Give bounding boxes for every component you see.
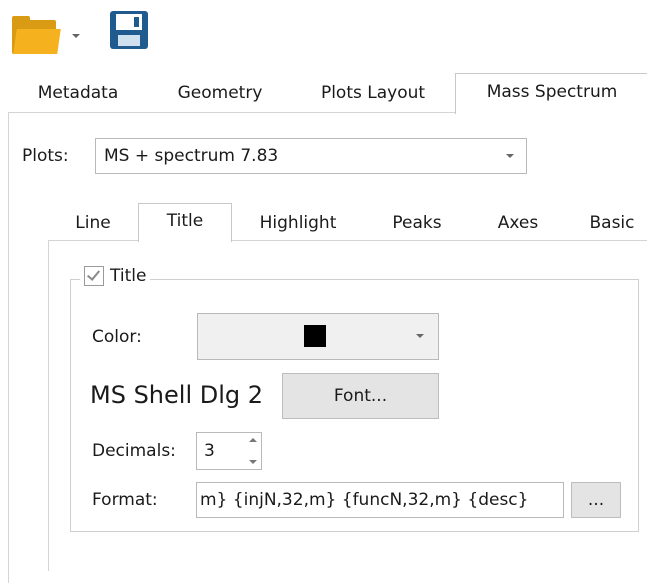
stepper-up-icon[interactable] (249, 438, 257, 442)
color-swatch (304, 325, 326, 347)
chevron-down-icon (416, 334, 424, 338)
tab-label: Metadata (37, 83, 119, 103)
plots-select[interactable]: MS + spectrum 7.83 (95, 138, 527, 174)
tab-basic[interactable]: Basic (578, 206, 646, 240)
tab-label: Title (166, 211, 204, 231)
tab-label: Geometry (177, 83, 263, 103)
stepper-down-icon[interactable] (249, 460, 257, 464)
format-label: Format: (92, 490, 158, 510)
floppy-disk-icon (110, 11, 148, 49)
decimals-value: 3 (204, 441, 215, 461)
folder-open-icon (12, 16, 62, 56)
color-label: Color: (92, 327, 142, 347)
font-button-label: Font... (333, 386, 388, 406)
chevron-down-icon[interactable] (72, 34, 80, 38)
plots-select-value: MS + spectrum 7.83 (104, 146, 279, 166)
color-picker[interactable] (197, 313, 439, 360)
tab-plots-layout[interactable]: Plots Layout (298, 75, 448, 111)
save-button[interactable] (110, 11, 148, 49)
tab-highlight[interactable]: Highlight (245, 206, 351, 240)
plots-label: Plots: (22, 146, 69, 166)
title-checkbox[interactable] (84, 266, 104, 286)
format-input[interactable]: m} {injN,32,m} {funcN,32,m} {desc} (196, 482, 564, 518)
browse-format-button[interactable]: ... (571, 482, 621, 518)
font-name-label: MS Shell Dlg 2 (90, 381, 264, 409)
tab-metadata[interactable]: Metadata (18, 75, 138, 111)
decimals-stepper[interactable]: 3 (196, 432, 262, 470)
font-button[interactable]: Font... (282, 373, 439, 419)
format-input-value: m} {injN,32,m} {funcN,32,m} {desc} (200, 490, 529, 510)
tab-label: Peaks (392, 213, 442, 233)
tab-label: Plots Layout (320, 83, 426, 103)
tab-title[interactable]: Title (138, 203, 232, 242)
title-checkbox-label: Title (110, 266, 147, 286)
tab-label: Mass Spectrum (486, 82, 618, 102)
title-group-legend: Title (80, 266, 151, 286)
tab-mass-spectrum[interactable]: Mass Spectrum (455, 73, 647, 114)
tab-label: Axes (497, 213, 539, 233)
browse-button-label: ... (587, 490, 605, 510)
tab-label: Highlight (259, 213, 337, 233)
tab-label: Line (75, 213, 111, 233)
tab-line[interactable]: Line (60, 206, 126, 240)
chevron-down-icon (506, 154, 514, 158)
open-folder-button[interactable] (12, 10, 62, 54)
tab-peaks[interactable]: Peaks (375, 206, 459, 240)
tab-geometry[interactable]: Geometry (155, 75, 285, 111)
decimals-label: Decimals: (92, 441, 176, 461)
tab-axes[interactable]: Axes (480, 206, 556, 240)
tab-label: Basic (589, 213, 635, 233)
